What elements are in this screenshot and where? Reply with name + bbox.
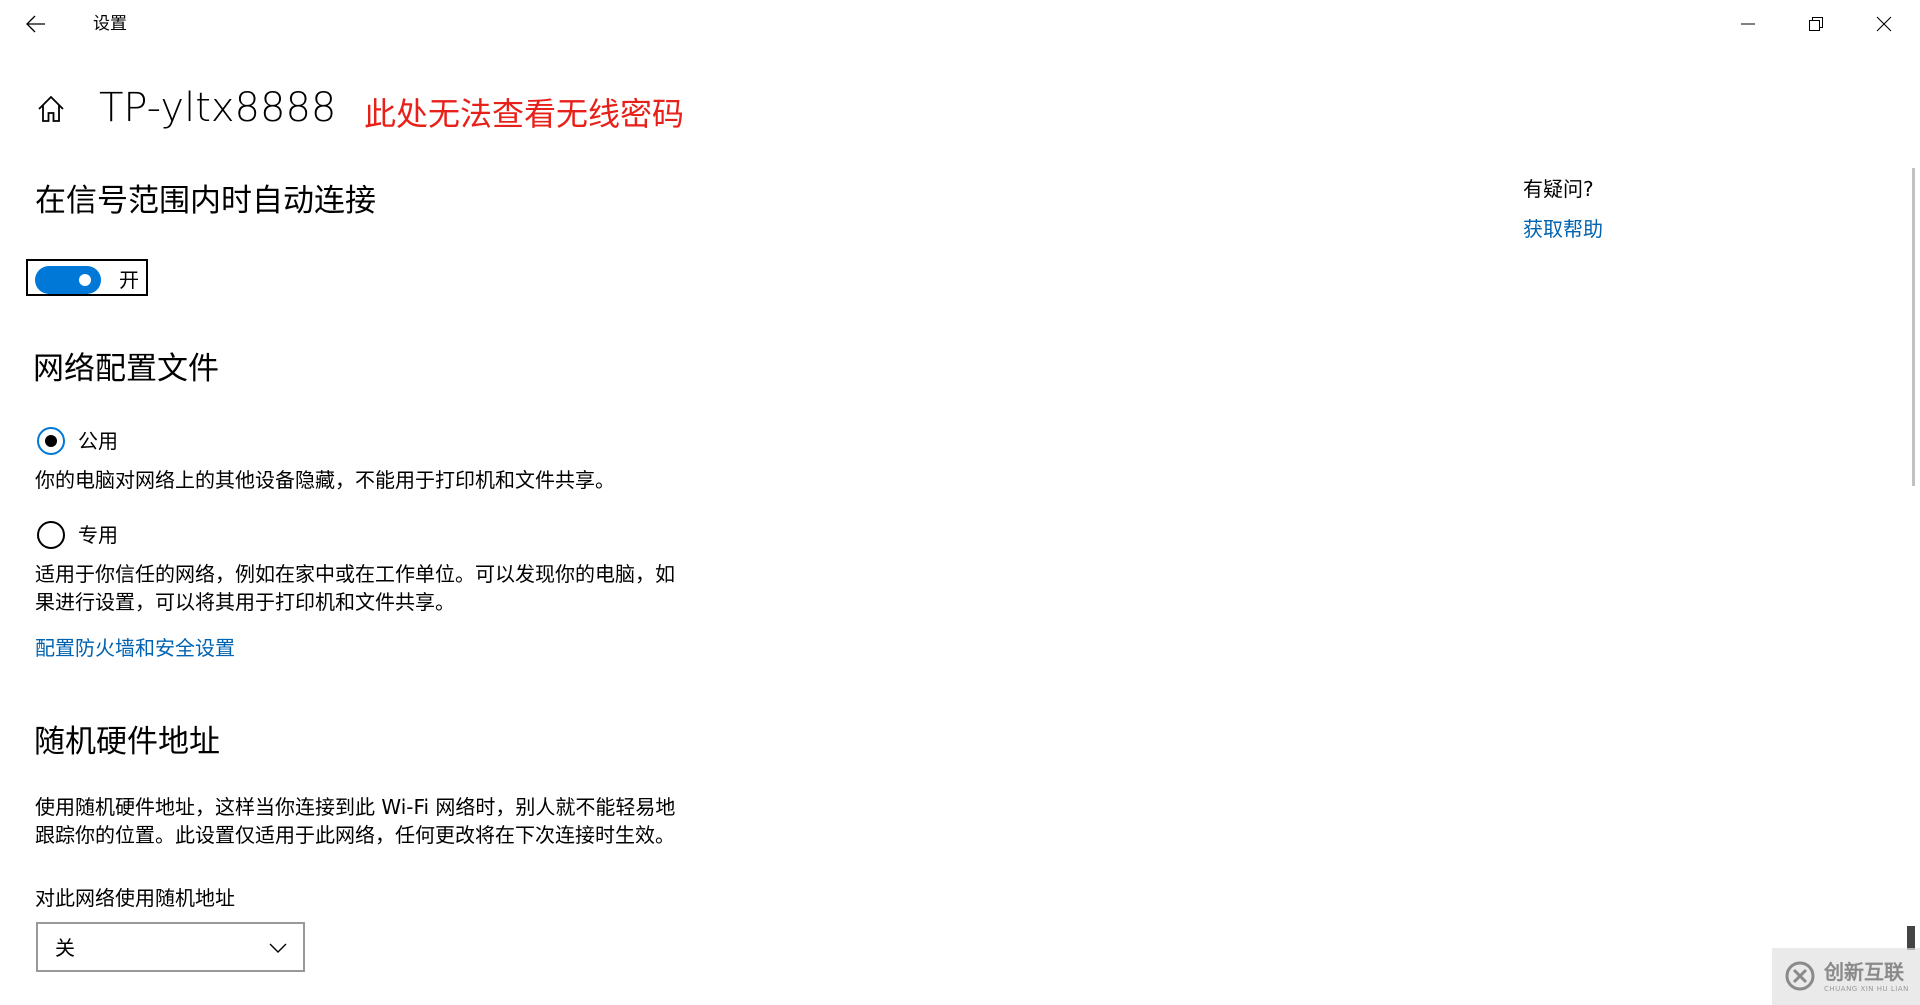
firewall-settings-link[interactable]: 配置防火墙和安全设置 <box>35 634 235 663</box>
watermark-subtext: CHUANG XIN HU LIAN <box>1824 985 1909 993</box>
radio-private[interactable] <box>37 521 65 549</box>
back-button[interactable] <box>16 6 56 42</box>
restore-button[interactable] <box>1782 0 1850 48</box>
close-icon <box>1876 16 1892 32</box>
title-bar: 设置 <box>0 0 1920 48</box>
watermark-text: 创新互联 <box>1824 960 1904 984</box>
minimize-icon <box>1741 23 1755 25</box>
network-profile-heading: 网络配置文件 <box>33 351 219 387</box>
radio-public[interactable] <box>37 427 65 455</box>
radio-public-label[interactable]: 公用 <box>78 427 118 455</box>
back-arrow-icon <box>26 15 45 33</box>
random-address-dropdown[interactable]: 关 <box>36 922 305 972</box>
page-title: TP-yltx8888 <box>99 85 337 131</box>
toggle-state-label: 开 <box>119 268 139 292</box>
minimize-button[interactable] <box>1714 0 1782 48</box>
auto-connect-toggle[interactable] <box>35 266 101 294</box>
restore-icon <box>1809 17 1823 31</box>
random-hw-description-line2: 跟踪你的位置。此设置仅适用于此网络，任何更改将在下次连接时生效。 <box>35 823 675 847</box>
watermark-logo-icon <box>1785 961 1815 991</box>
private-description-line2: 果进行设置，可以将其用于打印机和文件共享。 <box>35 590 455 614</box>
get-help-link[interactable]: 获取帮助 <box>1523 215 1603 244</box>
dropdown-value: 关 <box>55 936 75 960</box>
toggle-knob <box>79 274 91 286</box>
watermark: 创新互联 CHUANG XIN HU LIAN <box>1772 948 1920 1005</box>
annotation-text: 此处无法查看无线密码 <box>364 95 685 133</box>
random-address-label: 对此网络使用随机地址 <box>35 886 235 910</box>
close-button[interactable] <box>1850 0 1918 48</box>
home-button[interactable] <box>30 88 72 130</box>
scrollbar-thumb-bottom[interactable] <box>1907 926 1915 950</box>
radio-dot <box>45 435 57 447</box>
private-description-line1: 适用于你信任的网络，例如在家中或在工作单位。可以发现你的电脑，如 <box>35 562 675 586</box>
chevron-down-icon <box>269 943 287 953</box>
auto-connect-heading: 在信号范围内时自动连接 <box>35 183 376 219</box>
help-question: 有疑问? <box>1523 177 1594 201</box>
random-hw-description-line1: 使用随机硬件地址，这样当你连接到此 Wi-Fi 网络时，别人就不能轻易地 <box>35 795 676 819</box>
home-icon <box>38 95 64 122</box>
app-title: 设置 <box>93 14 127 34</box>
radio-private-label[interactable]: 专用 <box>78 521 118 549</box>
scrollbar[interactable] <box>1912 168 1915 486</box>
public-description: 你的电脑对网络上的其他设备隐藏，不能用于打印机和文件共享。 <box>35 468 615 492</box>
random-hw-heading: 随机硬件地址 <box>34 724 220 760</box>
